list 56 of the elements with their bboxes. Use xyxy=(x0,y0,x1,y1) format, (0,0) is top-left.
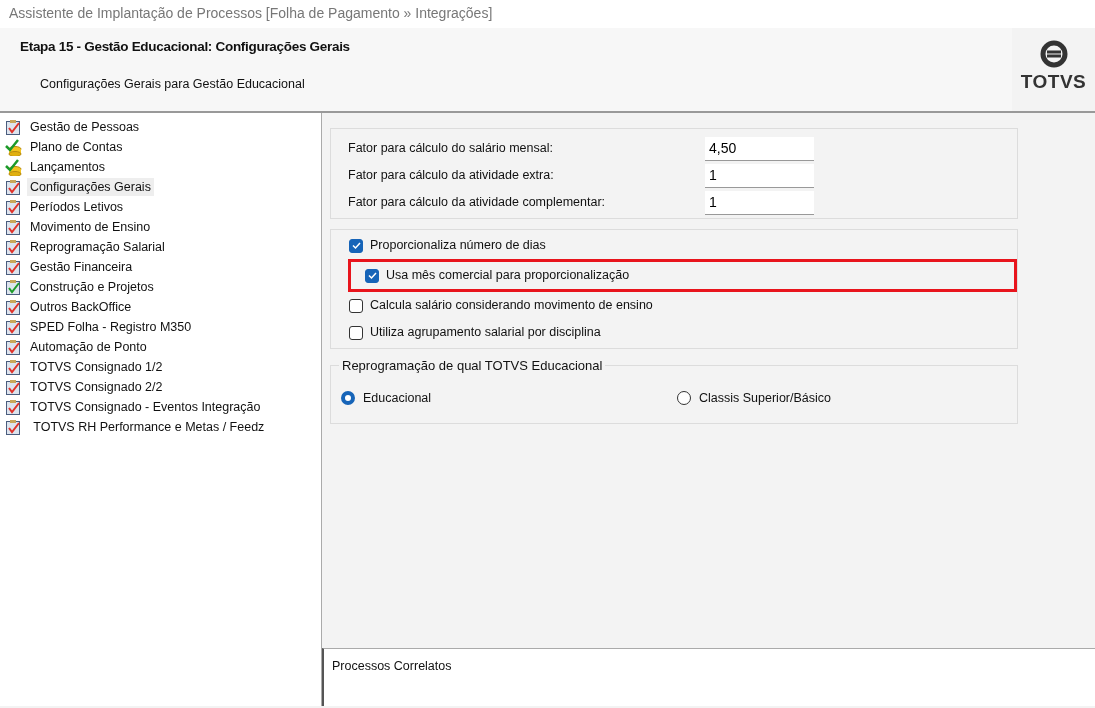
checkbox[interactable] xyxy=(365,268,379,283)
step-title: Etapa 15 - Gestão Educacional: Configurações Gerais xyxy=(20,38,350,56)
logo-text: TOTVS xyxy=(1020,70,1087,94)
step-item[interactable]: Plano de Contas xyxy=(27,137,126,157)
step-item[interactable]: TOTVS Consignado 1/2 xyxy=(27,357,166,377)
clipboard-check-icon xyxy=(5,118,22,136)
panel-title: Processos Correlatos xyxy=(332,659,452,673)
step-item[interactable]: Movimento de Ensino xyxy=(27,217,154,237)
database-check-icon xyxy=(5,138,22,156)
step-item[interactable]: TOTVS Consignado - Eventos Integração xyxy=(27,397,264,417)
step-item[interactable]: Construção e Projetos xyxy=(27,277,157,297)
step-item[interactable]: TOTVS Consignado 2/2 xyxy=(27,377,166,397)
clipboard-check-icon xyxy=(5,258,22,276)
step-item[interactable]: Automação de Ponto xyxy=(27,337,150,357)
radio-label: Classis Superior/Básico xyxy=(699,390,831,407)
clipboard-check-icon xyxy=(5,218,22,236)
field-label: Fator para cálculo da atividade extra: xyxy=(347,167,555,185)
checkbox[interactable] xyxy=(349,325,363,340)
checkbox-label: Utiliza agrupamento salarial por disciplina xyxy=(370,324,601,342)
clipboard-check-icon xyxy=(5,278,22,296)
clipboard-check-icon xyxy=(5,338,22,356)
clipboard-check-icon xyxy=(5,238,22,256)
step-item[interactable]: Períodos Letivos xyxy=(27,197,127,217)
clipboard-check-icon xyxy=(5,398,22,416)
clipboard-check-icon xyxy=(5,198,22,216)
checkbox-label: Usa mês comercial para proporcionalização xyxy=(386,267,630,285)
checkbox-label: Proporcionaliza número de dias xyxy=(370,237,546,255)
database-check-icon xyxy=(5,158,22,176)
clipboard-check-icon xyxy=(5,298,22,316)
step-item[interactable]: Configurações Gerais xyxy=(27,177,154,197)
clipboard-check-icon xyxy=(5,418,22,436)
step-item[interactable]: TOTVS RH Performance e Metas / Feedz xyxy=(27,417,268,437)
step-item[interactable]: Gestão de Pessoas xyxy=(27,117,143,137)
field-label: Fator para cálculo da atividade complementar: xyxy=(347,194,607,212)
input-field[interactable]: 1 xyxy=(705,190,814,215)
window-title: Assistente de Implantação de Processos [Folha de Pagamento » Integrações] xyxy=(0,0,1095,28)
logo-icon xyxy=(1039,40,1068,68)
radio-button[interactable] xyxy=(677,391,691,406)
input-field[interactable]: 1 xyxy=(705,163,814,188)
checkbox-label: Calcula salário considerando movimento de ensino xyxy=(370,297,653,315)
clipboard-check-icon xyxy=(5,178,22,196)
clipboard-check-icon xyxy=(5,318,22,336)
step-item[interactable]: Lançamentos xyxy=(27,157,109,177)
step-item[interactable]: Outros BackOffice xyxy=(27,297,135,317)
checkbox[interactable] xyxy=(349,298,363,313)
radio-label: Educacional xyxy=(363,390,432,407)
field-label: Fator para cálculo do salário mensal: xyxy=(347,140,554,158)
step-item[interactable]: Gestão Financeira xyxy=(27,257,136,277)
clipboard-check-icon xyxy=(5,358,22,376)
checkbox[interactable] xyxy=(349,238,363,253)
input-field[interactable]: 4,50 xyxy=(705,136,814,161)
step-item[interactable]: SPED Folha - Registro M350 xyxy=(27,317,195,337)
radio-button[interactable] xyxy=(341,391,355,406)
clipboard-check-icon xyxy=(5,378,22,396)
step-subtitle: Configurações Gerais para Gestão Educacional xyxy=(40,76,305,94)
step-item[interactable]: Reprogramação Salarial xyxy=(27,237,168,257)
